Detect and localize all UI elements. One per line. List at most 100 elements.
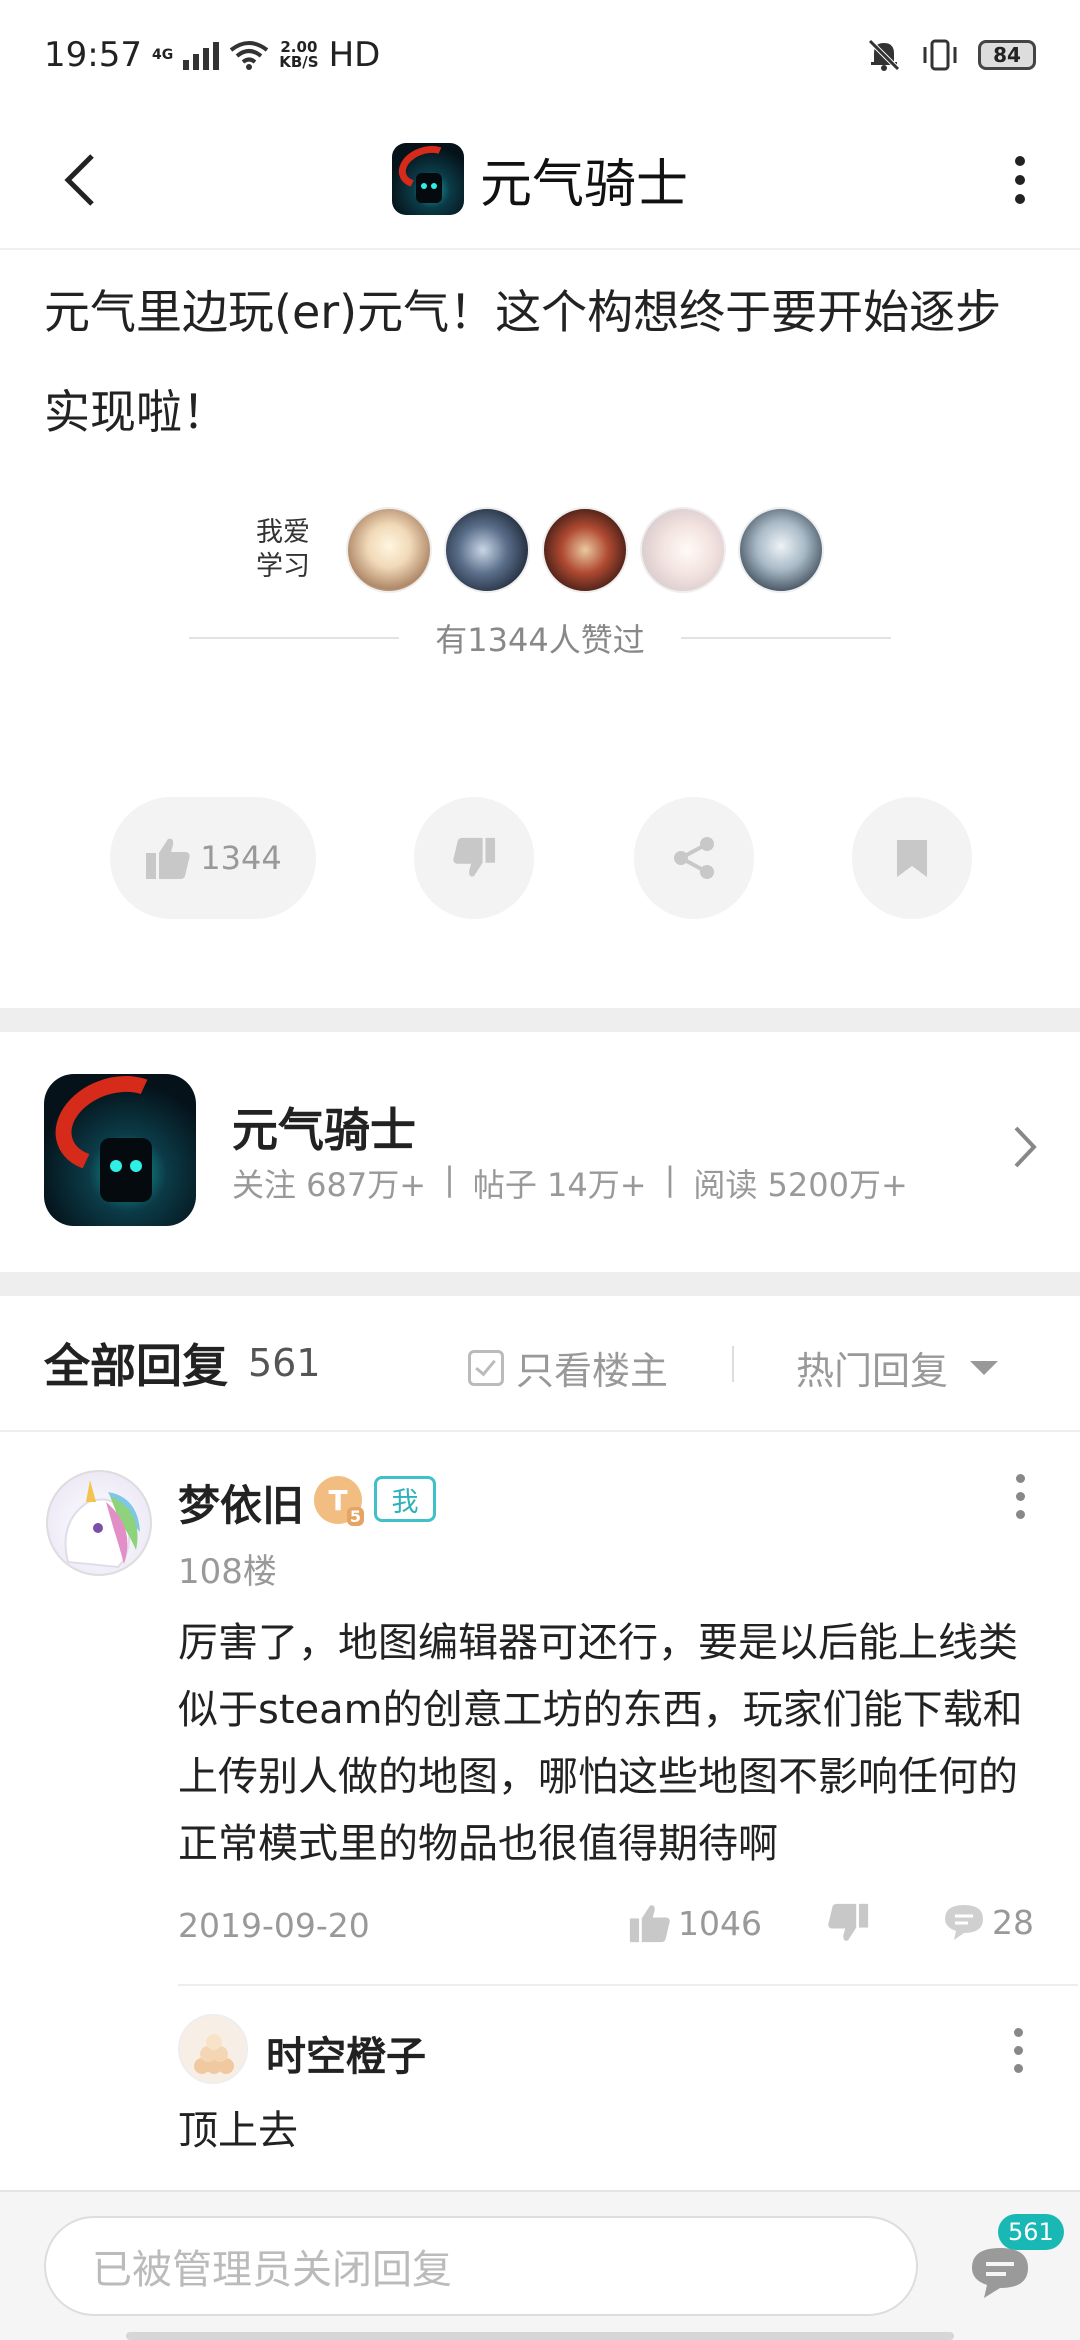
thumbs-up-icon (146, 838, 190, 879)
vibrate-icon (923, 39, 957, 71)
stat-separator: | (664, 1160, 676, 1198)
reply-date: 2019-09-20 (178, 1906, 370, 1945)
sort-label: 热门回复 (796, 1349, 949, 1393)
dot-icon (1015, 1474, 1025, 1483)
section-divider (0, 1272, 1080, 1296)
reply-like-button[interactable]: 1046 (628, 1902, 762, 1944)
battery-icon: 84 (978, 40, 1036, 70)
wifi-icon (229, 41, 269, 70)
dot-icon (1015, 1510, 1025, 1519)
like-count: 1344 (200, 839, 282, 877)
floor-number: 108楼 (178, 1552, 277, 1592)
reply-more-button[interactable] (1010, 1474, 1030, 1519)
like-summary: 有1344人赞过 (0, 615, 1080, 661)
replies-title: 全部回复 (44, 1339, 228, 1393)
me-badge: 我 (374, 1476, 436, 1522)
level-number: 5 (346, 1507, 364, 1526)
network-speed: 2.00 KB/S (279, 40, 318, 70)
checkbox-icon[interactable] (468, 1349, 504, 1386)
more-options-button[interactable] (990, 140, 1050, 220)
dot-icon (1013, 2046, 1023, 2055)
signal-icon (183, 40, 220, 70)
like-button[interactable]: 1344 (110, 797, 316, 919)
status-bar: 19:57 4G 2.00 KB/S HD 84 (0, 0, 1080, 110)
only-op-label: 只看楼主 (516, 1349, 669, 1393)
sub-reply-item: 时空橙子 顶上去 (178, 1984, 1078, 2154)
divider (680, 637, 891, 639)
avatar[interactable] (178, 2014, 248, 2084)
sort-dropdown[interactable]: 热门回复 (796, 1340, 999, 1395)
liker-list[interactable]: 我爱学习 (0, 505, 1080, 595)
likers-label: 我爱学习 (256, 517, 310, 582)
thumbs-down-icon (453, 837, 496, 877)
back-button[interactable] (40, 140, 120, 220)
thumbs-up-icon (629, 1905, 670, 1943)
orange-pile-avatar-icon (194, 2034, 234, 2074)
sub-reply-text: 顶上去 (178, 2108, 298, 2154)
post-actions: 1344 (0, 797, 1080, 919)
dot-icon (1015, 1492, 1025, 1501)
game-forum-card[interactable]: 元气骑士 关注 687万+ | 帖子 14万+ | 阅读 5200万+ (0, 1032, 1080, 1272)
dislike-button[interactable] (414, 797, 534, 919)
replies-count: 561 (248, 1341, 321, 1385)
reply-dislike-button[interactable] (826, 1902, 870, 1948)
comment-icon (945, 1905, 983, 1940)
like-summary-text: 有1344人赞过 (435, 621, 645, 659)
bottom-reply-bar: 已被管理员关闭回复 561 (0, 2190, 1080, 2340)
comment-count-badge: 561 (998, 2214, 1064, 2250)
bookmark-button[interactable] (852, 797, 972, 919)
reply-text: 厉害了，地图编辑器可还行，要是以后能上线类似于steam的创意工坊的东西，玩家们… (178, 1620, 1023, 1867)
reply-like-count: 1046 (678, 1903, 762, 1943)
chevron-left-icon (64, 154, 94, 206)
dot-icon (1013, 2028, 1023, 2037)
sub-reply-more-button[interactable] (1008, 2028, 1028, 2073)
liker-avatar[interactable] (444, 507, 530, 593)
level-badge: T5 (314, 1476, 364, 1526)
dot-icon (1015, 194, 1025, 204)
dot-icon (1015, 156, 1025, 166)
game-logo-icon (44, 1074, 196, 1226)
bookmark-icon (897, 840, 927, 877)
replies-header: 全部回复 561 只看楼主 热门回复 (0, 1296, 1080, 1432)
reply-comment-button[interactable]: 28 (942, 1902, 1034, 1942)
divider (189, 637, 400, 639)
thumbs-down-icon (828, 1903, 869, 1941)
liker-avatar[interactable] (542, 507, 628, 593)
liker-avatar[interactable] (738, 507, 824, 593)
follow-count: 关注 687万+ (232, 1166, 427, 1204)
speed-unit: KB/S (279, 53, 319, 71)
status-left: 19:57 4G 2.00 KB/S HD (44, 35, 380, 75)
dot-icon (1015, 175, 1025, 185)
level-letter: T (328, 1483, 348, 1517)
share-button[interactable] (634, 797, 754, 919)
share-icon (674, 837, 714, 879)
reply-input[interactable]: 已被管理员关闭回复 (44, 2216, 918, 2316)
chevron-right-icon (1014, 1126, 1037, 1168)
sub-reply-username[interactable]: 时空橙子 (266, 2024, 426, 2082)
top-app-bar: 元气骑士 (0, 110, 1080, 250)
caret-down-icon (970, 1360, 999, 1375)
header-title: 元气骑士 (479, 154, 688, 215)
liker-avatar[interactable] (346, 507, 432, 593)
forum-title[interactable]: 元气骑士 (391, 142, 688, 217)
read-count: 阅读 5200万+ (693, 1166, 908, 1204)
comments-icon[interactable] (968, 2244, 1032, 2300)
divider (732, 1346, 734, 1382)
game-logo-icon (391, 143, 464, 215)
liker-avatar[interactable] (640, 507, 726, 593)
avatar[interactable] (46, 1470, 152, 1576)
clock: 19:57 (44, 35, 142, 75)
reply-username[interactable]: 梦依旧 (178, 1472, 304, 1533)
post-content: 元气里边玩(er)元气！这个构想终于要开始逐步实现啦！ (44, 285, 1002, 439)
home-indicator (126, 2332, 954, 2340)
mute-bell-icon (868, 39, 900, 71)
hd-indicator: HD (328, 35, 381, 75)
only-op-toggle[interactable]: 只看楼主 (468, 1340, 668, 1395)
dot-icon (1013, 2064, 1023, 2073)
reply-meta: 2019-09-20 1046 28 (178, 1898, 1038, 1958)
game-name: 元气骑士 (232, 1103, 416, 1157)
reply-comment-count: 28 (992, 1902, 1034, 1942)
pony-avatar-icon (64, 1480, 140, 1569)
post-count: 帖子 14万+ (472, 1166, 647, 1204)
status-right: 84 (866, 37, 1036, 73)
